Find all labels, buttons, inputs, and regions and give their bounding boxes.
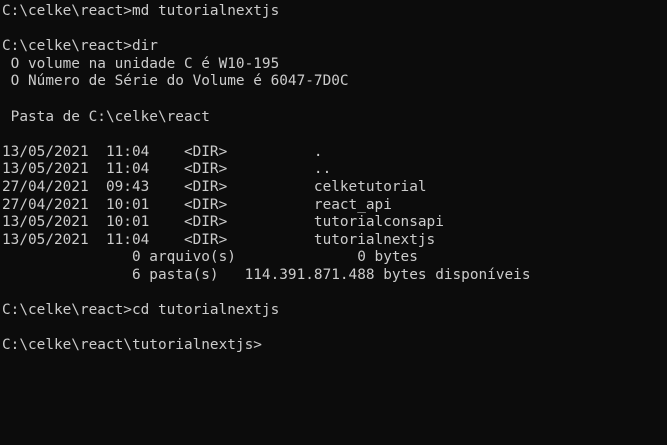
terminal-line: 27/04/2021 10:01 <DIR> react_api — [2, 196, 392, 213]
terminal-line: 27/04/2021 09:43 <DIR> celketutorial — [2, 178, 427, 195]
terminal-line: C:\celke\react>cd tutorialnextjs — [2, 302, 280, 319]
terminal-line: 0 arquivo(s) 0 bytes — [2, 249, 418, 266]
terminal-window[interactable]: C:\celke\react>md tutorialnextjs C:\celk… — [0, 0, 667, 445]
terminal-prompt[interactable]: C:\celke\react\tutorialnextjs> — [2, 337, 667, 355]
terminal-line: 13/05/2021 11:04 <DIR> tutorialnextjs — [2, 231, 436, 248]
terminal-line: 13/05/2021 10:01 <DIR> tutorialconsapi — [2, 214, 444, 231]
terminal-line: C:\celke\react>dir — [2, 38, 158, 55]
terminal-line: Pasta de C:\celke\react — [2, 108, 210, 125]
terminal-line: 6 pasta(s) 114.391.871.488 bytes disponí… — [2, 266, 531, 283]
terminal-line: 13/05/2021 11:04 <DIR> . — [2, 143, 323, 160]
terminal-line: 13/05/2021 11:04 <DIR> .. — [2, 161, 332, 178]
terminal-line: O Número de Série do Volume é 6047-7D0C — [2, 73, 349, 90]
terminal-line: C:\celke\react>md tutorialnextjs — [2, 3, 280, 19]
terminal-line: O volume na unidade C é W10-195 — [2, 55, 280, 72]
